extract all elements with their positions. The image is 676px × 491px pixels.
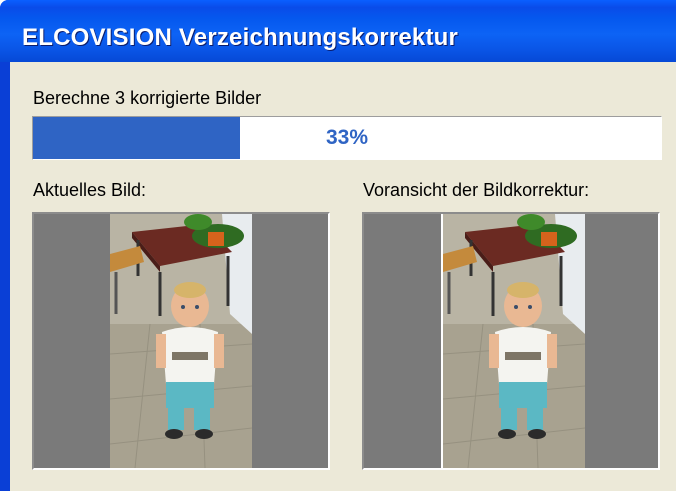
dialog-client-area: Berechne 3 korrigierte Bilder 33% Aktuel… (10, 62, 676, 491)
progress-dialog: ELCOVISION Verzeichnungskorrektur Berech… (0, 0, 676, 491)
progress-percent: 33% (325, 126, 369, 149)
preview-image-photo (441, 214, 585, 468)
status-text: Berechne 3 korrigierte Bilder (33, 88, 262, 108)
window-title: ELCOVISION Verzeichnungskorrektur (22, 24, 459, 51)
title-bar[interactable]: ELCOVISION Verzeichnungskorrektur (0, 0, 676, 62)
current-image-frame (32, 212, 330, 470)
preview-label: Voransicht der Bildkorrektur: (363, 180, 590, 200)
progress-bar: 33% (32, 116, 662, 160)
current-image-label: Aktuelles Bild: (33, 180, 147, 200)
preview-image-frame (362, 212, 660, 470)
current-image-photo (110, 214, 252, 468)
